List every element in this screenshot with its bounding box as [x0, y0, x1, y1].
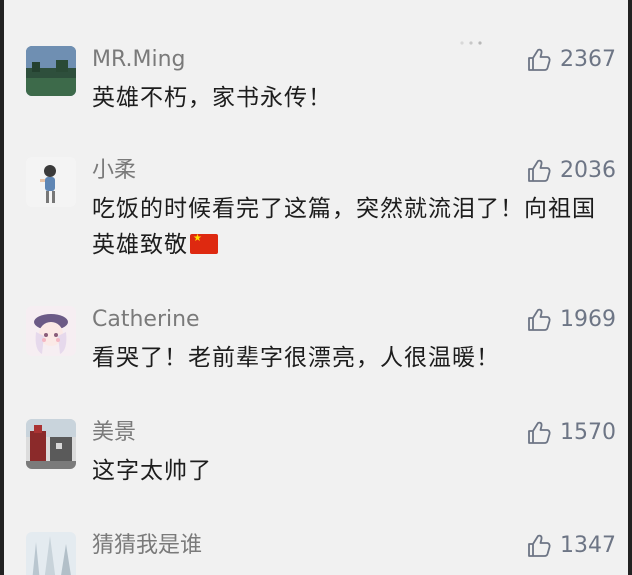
like-count: 1347: [560, 533, 616, 558]
anime-girl-avatar-icon[interactable]: [26, 306, 76, 356]
snowy-tree-avatar-icon[interactable]: [26, 532, 76, 575]
thumbs-up-icon: [528, 421, 551, 444]
comment-item: 美景 1570 这字太帅了: [26, 419, 616, 509]
china-flag-icon: [190, 233, 218, 254]
thumbs-up-icon: [528, 159, 551, 182]
thumbs-up-icon: [528, 308, 551, 331]
like-button[interactable]: 1347: [526, 532, 616, 560]
thumbs-up-icon: [528, 48, 551, 71]
comment-list[interactable]: MR.Ming 2367 英雄不朽，家书永传！ 小柔 2036 吃饭的时候看完了…: [0, 0, 632, 575]
comment-item: 小柔 2036 吃饭的时候看完了这篇，突然就流泪了！向祖国英雄致敬: [26, 157, 616, 277]
like-count: 1969: [560, 307, 616, 332]
comment-text: 看哭了！老前辈字很漂亮，人很温暖！: [92, 345, 500, 371]
comment-username[interactable]: MR.Ming: [92, 46, 185, 74]
comment-item: Catherine 1969 看哭了！老前辈字很漂亮，人很温暖！: [26, 306, 616, 396]
comment-text: 这字太帅了: [92, 458, 212, 484]
landscape-avatar-icon[interactable]: [26, 419, 76, 469]
comment-username[interactable]: 美景: [92, 419, 136, 447]
thumbs-up-icon: [528, 534, 551, 557]
comment-username[interactable]: Catherine: [92, 306, 200, 334]
comment-text-content: 吃饭的时候看完了这篇，突然就流泪了！向祖国英雄致敬: [92, 196, 596, 258]
girl-figure-avatar-icon[interactable]: [26, 157, 76, 207]
like-button[interactable]: 2036: [526, 157, 616, 185]
loading-indicator-icon: [460, 41, 482, 45]
like-button[interactable]: 1570: [526, 419, 616, 447]
like-button[interactable]: 2367: [526, 46, 616, 74]
like-button[interactable]: 1969: [526, 306, 616, 334]
comment-text: 英雄不朽，家书永传！: [92, 85, 332, 111]
like-count: 1570: [560, 420, 616, 445]
comment-username[interactable]: 小柔: [92, 157, 136, 185]
comment-item: MR.Ming 2367 英雄不朽，家书永传！: [26, 46, 616, 136]
comment-item: 猜猜我是谁 1347: [26, 532, 616, 575]
lake-avatar-icon[interactable]: [26, 46, 76, 96]
comment-text: 吃饭的时候看完了这篇，突然就流泪了！向祖国英雄致敬: [92, 191, 602, 263]
comment-username[interactable]: 猜猜我是谁: [92, 532, 202, 560]
like-count: 2036: [560, 158, 616, 183]
like-count: 2367: [560, 47, 616, 72]
